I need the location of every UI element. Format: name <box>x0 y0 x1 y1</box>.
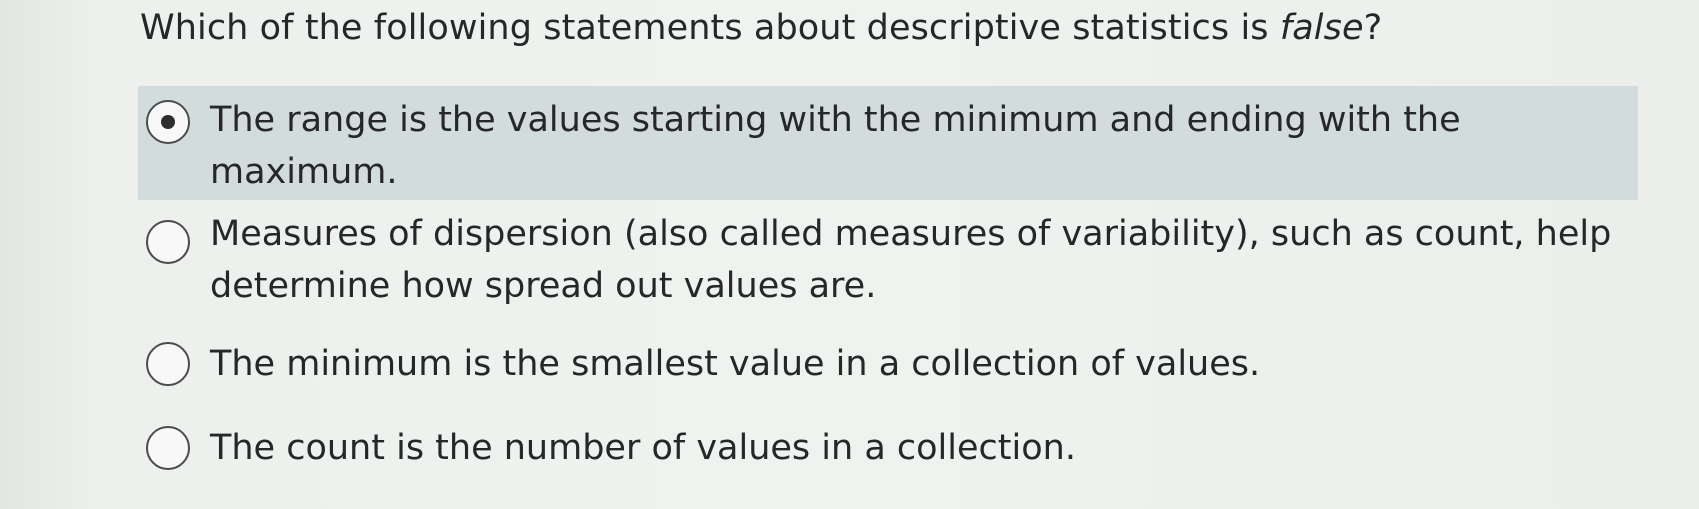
answer-option-2[interactable]: Measures of dispersion (also called meas… <box>138 206 1638 316</box>
radio-button[interactable] <box>146 426 190 470</box>
answer-option-1-label: The range is the values starting with th… <box>210 100 1461 192</box>
answer-option-3-label: The minimum is the smallest value in a c… <box>210 344 1261 384</box>
question-emphasis: false <box>1279 8 1364 48</box>
question-text-main: Which of the following statements about … <box>140 8 1280 48</box>
radio-button-selected[interactable] <box>146 100 190 144</box>
answer-option-4-label: The count is the number of values in a c… <box>210 428 1076 468</box>
answer-option-4[interactable]: The count is the number of values in a c… <box>138 420 1638 480</box>
answer-option-1[interactable]: The range is the values starting with th… <box>138 86 1638 200</box>
question-text: Which of the following statements about … <box>140 4 1382 52</box>
answer-option-2-label: Measures of dispersion (also called meas… <box>210 214 1612 306</box>
answer-option-3[interactable]: The minimum is the smallest value in a c… <box>138 336 1638 396</box>
radio-button[interactable] <box>146 220 190 264</box>
quiz-page: Which of the following statements about … <box>0 0 1699 509</box>
radio-button[interactable] <box>146 342 190 386</box>
question-mark: ? <box>1363 8 1383 48</box>
